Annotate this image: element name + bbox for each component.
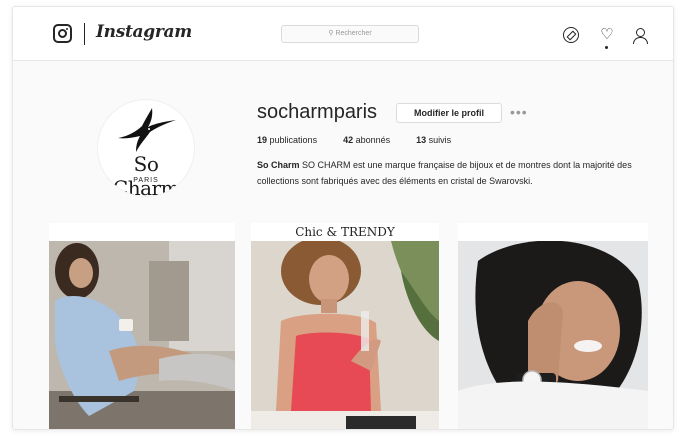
post-tile[interactable] (458, 223, 648, 429)
stat-following[interactable]: 13 suivis (416, 135, 451, 145)
profile-avatar[interactable]: So Charm PARIS (97, 99, 195, 197)
stat-label: publications (269, 135, 318, 145)
tile-banner-text: Chic & TRENDY (295, 225, 395, 239)
avatar-logo-text: So Charm (112, 152, 180, 197)
post-photo (458, 241, 648, 429)
user-icon[interactable] (632, 27, 648, 44)
notification-dot (605, 46, 608, 49)
post-photo (251, 241, 439, 429)
tile-banner: Chic & TRENDY (251, 223, 439, 241)
hummingbird-logo-icon (118, 108, 176, 152)
photo-woman-blue-shirt (49, 241, 235, 429)
edit-profile-button[interactable]: Modifier le profil (396, 103, 502, 123)
photo-woman-red-top (251, 241, 439, 429)
stat-count: 42 (343, 135, 354, 145)
instagram-glyph-icon[interactable] (53, 24, 72, 43)
stat-count: 13 (416, 135, 427, 145)
photo-woman-watch (458, 241, 648, 429)
search-input[interactable]: ⚲ Rechercher (281, 25, 419, 43)
instagram-wordmark[interactable]: Instagram (96, 22, 192, 42)
tile-banner (49, 223, 235, 241)
post-photo (49, 241, 235, 429)
search-icon: ⚲ (328, 30, 334, 37)
heart-icon[interactable]: ♡ (599, 27, 615, 43)
profile-username: socharmparis (257, 101, 378, 123)
stat-publications[interactable]: 19 publications (257, 135, 317, 145)
profile-stats: 19 publications 42 abonnés 13 suivis (257, 135, 477, 145)
tile-banner (458, 223, 648, 241)
bio-name: So Charm (257, 160, 300, 170)
top-nav: Instagram ⚲ Rechercher ♡ (13, 7, 673, 61)
nav-divider (84, 23, 85, 45)
profile-bio: So Charm SO CHARM est une marque françai… (257, 157, 657, 189)
stat-label: suivis (428, 135, 452, 145)
bio-text: SO CHARM est une marque française de bij… (257, 160, 632, 186)
compass-icon[interactable] (563, 27, 579, 43)
stat-count: 19 (257, 135, 268, 145)
search-placeholder: Rechercher (335, 30, 372, 37)
post-tile[interactable] (49, 223, 235, 429)
post-tile[interactable]: Chic & TRENDY (251, 223, 439, 429)
stat-followers[interactable]: 42 abonnés (343, 135, 390, 145)
more-options-button[interactable]: ••• (510, 104, 528, 120)
stat-label: abonnés (355, 135, 391, 145)
browser-frame: Instagram ⚲ Rechercher ♡ So Charm PARIS s… (12, 6, 674, 430)
avatar-logo-subtext: PARIS (133, 177, 159, 184)
